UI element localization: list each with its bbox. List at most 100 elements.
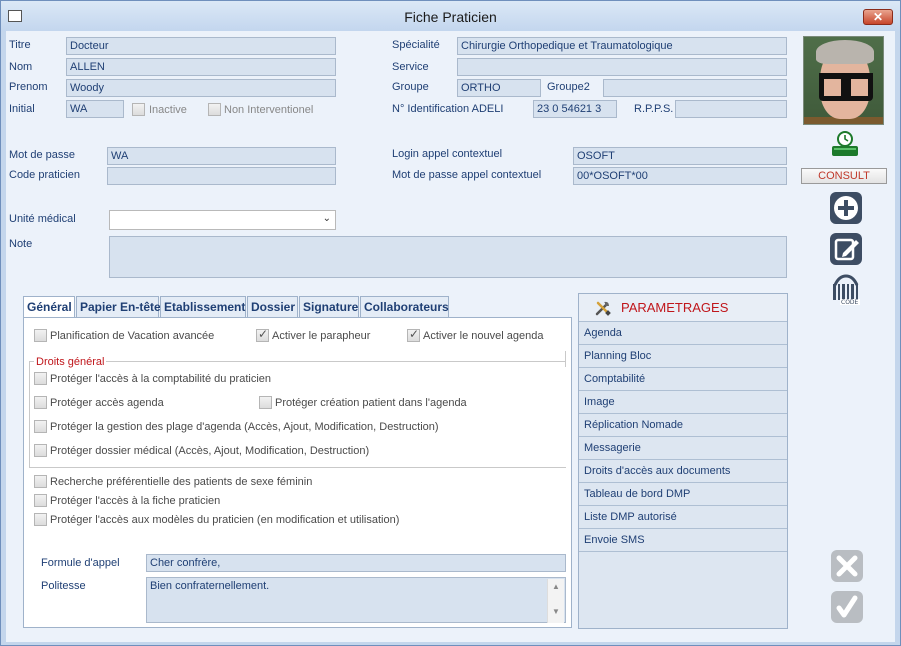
- non-interventionel-label: Non Interventionel: [224, 104, 314, 116]
- rpps-field[interactable]: [675, 100, 787, 118]
- inactive-checkbox[interactable]: [132, 103, 145, 116]
- adeli-label: N° Identification ADELI: [392, 103, 504, 115]
- fiche-praticien-window: Fiche Praticien ✕ Titre Docteur Nom ALLE…: [0, 0, 901, 646]
- protect-compta-label: Protéger l'accès à la comptabilité du pr…: [50, 373, 271, 385]
- protect-fiche-label: Protéger l'accès à la fiche praticien: [50, 495, 221, 507]
- service-field[interactable]: [457, 58, 787, 76]
- groupe-label: Groupe: [392, 81, 429, 93]
- protect-plage-checkbox[interactable]: [34, 420, 47, 433]
- non-interventionel-checkbox[interactable]: [208, 103, 221, 116]
- protect-compta-checkbox[interactable]: [34, 372, 47, 385]
- param-item-messagerie[interactable]: Messagerie: [579, 437, 787, 460]
- specialite-label: Spécialité: [392, 39, 440, 51]
- tab-general[interactable]: Général: [23, 296, 75, 318]
- mdp-contextuel-label: Mot de passe appel contextuel: [392, 169, 542, 181]
- protect-creation-patient-checkbox[interactable]: [259, 396, 272, 409]
- protect-fiche-checkbox[interactable]: [34, 494, 47, 507]
- politesse-scrollbar[interactable]: ▲ ▼: [547, 579, 564, 623]
- mot-de-passe-label: Mot de passe: [9, 149, 76, 161]
- param-item-replication-nomade[interactable]: Réplication Nomade: [579, 414, 787, 437]
- svg-text:CODE: CODE: [841, 299, 859, 306]
- protect-dossier-label: Protéger dossier médical (Accès, Ajout, …: [50, 445, 370, 457]
- protect-modeles-checkbox[interactable]: [34, 513, 47, 526]
- parapheur-label: Activer le parapheur: [272, 330, 371, 342]
- nouvel-agenda-label: Activer le nouvel agenda: [423, 330, 544, 342]
- recherche-feminin-label: Recherche préférentielle des patients de…: [50, 476, 313, 488]
- tab-dossier[interactable]: Dossier: [247, 296, 298, 317]
- window-title: Fiche Praticien: [404, 9, 497, 25]
- droits-general-title: Droits général: [34, 356, 107, 368]
- validate-icon[interactable]: [830, 590, 864, 624]
- parametrages-panel: PARAMETRAGES Agenda Planning Bloc Compta…: [578, 293, 788, 629]
- protect-agenda-label: Protéger accès agenda: [50, 397, 164, 409]
- titre-label: Titre: [9, 39, 31, 51]
- login-contextuel-field[interactable]: OSOFT: [573, 147, 787, 165]
- tab-signature[interactable]: Signature: [299, 296, 359, 317]
- initial-field[interactable]: WA: [66, 100, 124, 118]
- service-label: Service: [392, 61, 429, 73]
- tools-icon: [595, 301, 611, 316]
- protect-creation-patient-label: Protéger création patient dans l'agenda: [275, 397, 467, 409]
- planification-checkbox[interactable]: [34, 329, 47, 342]
- param-item-liste-dmp[interactable]: Liste DMP autorisé: [579, 506, 787, 529]
- history-drive-icon[interactable]: [830, 130, 860, 158]
- param-item-planning-bloc[interactable]: Planning Bloc: [579, 345, 787, 368]
- protect-agenda-checkbox[interactable]: [34, 396, 47, 409]
- barcode-icon[interactable]: CODE: [829, 273, 863, 307]
- protect-modeles-label: Protéger l'accès aux modèles du praticie…: [50, 514, 400, 526]
- inactive-label: Inactive: [149, 104, 187, 116]
- titre-field[interactable]: Docteur: [66, 37, 336, 55]
- note-field[interactable]: [109, 236, 787, 278]
- parametrages-header: PARAMETRAGES: [579, 294, 787, 322]
- recherche-feminin-checkbox[interactable]: [34, 475, 47, 488]
- param-item-envoie-sms[interactable]: Envoie SMS: [579, 529, 787, 552]
- specialite-field[interactable]: Chirurgie Orthopedique et Traumatologiqu…: [457, 37, 787, 55]
- parapheur-checkbox[interactable]: [256, 327, 269, 342]
- note-label: Note: [9, 238, 33, 250]
- param-item-image[interactable]: Image: [579, 391, 787, 414]
- droits-group-top-border: [29, 361, 566, 362]
- protect-plage-label: Protéger la gestion des plage d'agenda (…: [50, 421, 439, 433]
- rpps-label: R.P.P.S.: [634, 103, 674, 115]
- unite-medical-select[interactable]: ⌄: [109, 210, 336, 230]
- close-window-button[interactable]: ✕: [863, 9, 893, 25]
- cancel-icon[interactable]: [830, 549, 864, 583]
- droits-group-bottom-border: [29, 467, 566, 468]
- droits-group-left-border: [29, 361, 30, 467]
- formule-appel-field[interactable]: Cher confrère,: [146, 554, 566, 572]
- parametrages-title: PARAMETRAGES: [621, 300, 729, 315]
- tab-etablissement[interactable]: Etablissement: [160, 296, 246, 317]
- praticien-photo: [803, 36, 884, 125]
- groupe2-label: Groupe2: [547, 81, 590, 93]
- politesse-label: Politesse: [41, 580, 86, 592]
- param-item-tableau-dmp[interactable]: Tableau de bord DMP: [579, 483, 787, 506]
- unite-medical-label: Unité médical: [9, 213, 76, 225]
- droits-group-right-border: [565, 351, 566, 367]
- param-item-agenda[interactable]: Agenda: [579, 322, 787, 345]
- groupe2-field[interactable]: [603, 79, 787, 97]
- login-contextuel-label: Login appel contextuel: [392, 148, 503, 160]
- protect-dossier-checkbox[interactable]: [34, 444, 47, 457]
- code-praticien-field[interactable]: [107, 167, 336, 185]
- tab-collaborateurs[interactable]: Collaborateurs: [360, 296, 449, 317]
- edit-icon[interactable]: [829, 232, 863, 266]
- param-item-droits-documents[interactable]: Droits d'accès aux documents: [579, 460, 787, 483]
- planification-label: Planification de Vacation avancée: [50, 330, 215, 342]
- consult-button[interactable]: CONSULT: [801, 168, 887, 184]
- tab-papier-en-tete[interactable]: Papier En-tête: [76, 296, 161, 317]
- formule-appel-label: Formule d'appel: [41, 557, 120, 569]
- initial-label: Initial: [9, 103, 35, 115]
- add-icon[interactable]: [829, 191, 863, 225]
- chevron-down-icon: ⌄: [322, 213, 331, 224]
- prenom-label: Prenom: [9, 81, 48, 93]
- adeli-field[interactable]: 23 0 54621 3: [533, 100, 617, 118]
- mdp-contextuel-field[interactable]: 00*OSOFT*00: [573, 167, 787, 185]
- prenom-field[interactable]: Woody: [66, 79, 336, 97]
- nom-field[interactable]: ALLEN: [66, 58, 336, 76]
- param-item-comptabilite[interactable]: Comptabilité: [579, 368, 787, 391]
- nouvel-agenda-checkbox[interactable]: [407, 327, 420, 342]
- politesse-field[interactable]: Bien confraternellement.: [146, 577, 566, 623]
- title-bar: Fiche Praticien ✕: [1, 1, 900, 31]
- groupe-field[interactable]: ORTHO: [457, 79, 541, 97]
- mot-de-passe-field[interactable]: WA: [107, 147, 336, 165]
